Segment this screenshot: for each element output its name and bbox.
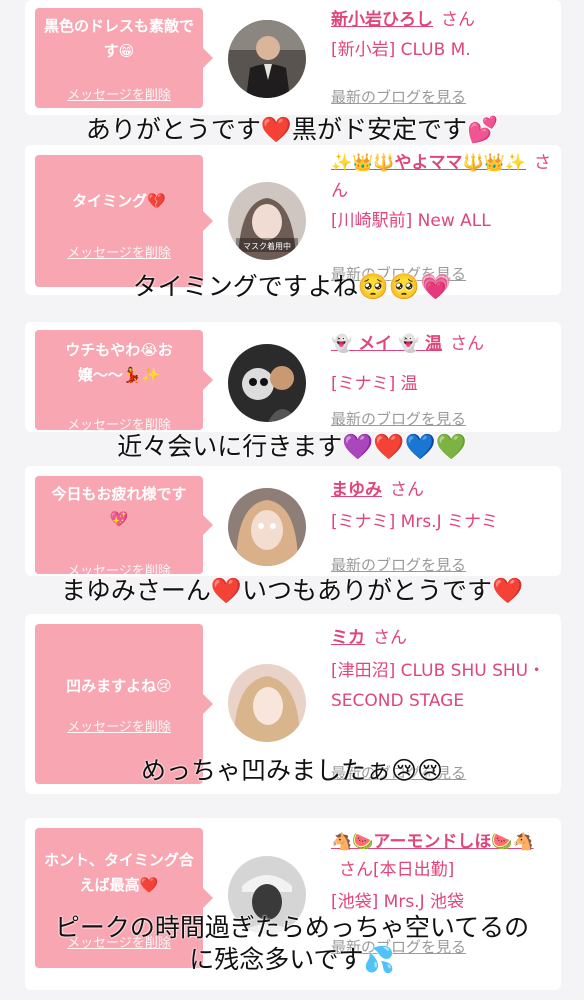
message-text: 凹みますよね😢: [66, 677, 172, 695]
delete-message-link[interactable]: メッセージを削除: [35, 84, 203, 103]
message-card: ウチもやわ😭お嬢〜〜💃✨ メッセージを削除 👻 メイ 👻 温さん [ミナミ] 温…: [25, 322, 561, 433]
message-text: 今日もお疲れ様です💖: [51, 485, 187, 528]
sender-name-link[interactable]: まゆみ: [331, 480, 382, 500]
sender-info: 👻 メイ 👻 温さん [ミナミ] 温: [331, 330, 556, 398]
handwritten-caption: タイミングですよね🥺🥺💗: [132, 272, 452, 301]
avatar[interactable]: [228, 664, 306, 742]
message-card: 黒色のドレスも素敵です😁 メッセージを削除 新小岩ひろし さん [新小岩] CLU…: [25, 0, 561, 115]
handwritten-caption: めっちゃ凹みましたぁ😢😢: [140, 756, 444, 785]
latest-blog-link[interactable]: 最新のブログを見る: [331, 554, 466, 575]
shop-name: [津田沼] CLUB SHU SHU・SECOND STAGE: [331, 661, 546, 711]
message-bubble: 今日もお疲れ様です💖 メッセージを削除: [35, 476, 213, 579]
delete-message-link[interactable]: メッセージを削除: [35, 242, 203, 261]
message-bubble: ウチもやわ😭お嬢〜〜💃✨ メッセージを削除: [35, 330, 213, 433]
sender-name-link[interactable]: ミカ: [331, 628, 365, 648]
sender-name-link[interactable]: ✨👑🔱やよママ🔱👑✨: [331, 153, 526, 173]
avatar[interactable]: [228, 488, 306, 566]
caption-line-2: に残念多いです💦: [189, 945, 395, 974]
latest-blog-link[interactable]: 最新のブログを見る: [331, 408, 466, 429]
shop-name: [ミナミ] 温: [331, 374, 418, 394]
sender-info: 🐴🍉アーモンドしほ🍉🐴さん[本日出勤] [池袋] Mrs.J 池袋: [331, 828, 556, 916]
handwritten-caption: ありがとうです❤️黒がド安定です💕: [85, 115, 499, 144]
caption-line-1: ピークの時間過ぎたらめっちゃ空いてるの: [54, 913, 530, 942]
shop-name: [ミナミ] Mrs.J ミナミ: [331, 512, 499, 532]
handwritten-caption: 近々会いに行きます💜❤️💙💚: [117, 432, 467, 461]
avatar[interactable]: [228, 20, 306, 98]
avatar-overlay-text: マスク着用中: [243, 241, 291, 251]
honorific: さん: [441, 10, 475, 30]
avatar[interactable]: マスク着用中: [228, 182, 306, 260]
message-bubble: 黒色のドレスも素敵です😁 メッセージを削除: [35, 8, 213, 108]
message-bubble: タイミング💔 メッセージを削除: [35, 155, 213, 287]
sender-info: 新小岩ひろし さん [新小岩] CLUB M.: [331, 6, 556, 64]
honorific: さん: [390, 480, 424, 500]
message-text: ホント、タイミング合えば最高❤️: [44, 851, 194, 894]
message-text: ウチもやわ😭お嬢〜〜💃✨: [65, 341, 173, 384]
message-card: 今日もお疲れ様です💖 メッセージを削除 まゆみ さん [ミナミ] Mrs.J ミナ…: [25, 466, 561, 579]
sender-info: ✨👑🔱やよママ🔱👑✨ さん [川崎駅前] New ALL: [331, 149, 556, 235]
honorific: さん[本日出勤]: [339, 860, 455, 880]
handwritten-caption: ピークの時間過ぎたらめっちゃ空いてるの に残念多いです💦: [0, 912, 584, 976]
message-text: 黒色のドレスも素敵です😁: [43, 17, 194, 60]
sender-info: ミカ さん [津田沼] CLUB SHU SHU・SECOND STAGE: [331, 624, 556, 716]
latest-blog-link[interactable]: 最新のブログを見る: [331, 86, 466, 107]
shop-name: [川崎駅前] New ALL: [331, 211, 491, 231]
honorific: さん: [373, 628, 407, 648]
handwritten-caption: まゆみさーん❤️いつもありがとうです❤️: [60, 576, 524, 605]
avatar[interactable]: [228, 344, 306, 422]
shop-name: [新小岩] CLUB M.: [331, 40, 471, 60]
sender-name-link[interactable]: 🐴🍉アーモンドしほ🍉🐴: [331, 832, 534, 852]
sender-name-link[interactable]: 👻 メイ 👻 温: [331, 334, 442, 354]
honorific: さん: [450, 334, 485, 354]
message-text: タイミング💔: [72, 192, 166, 210]
sender-name-link[interactable]: 新小岩ひろし: [331, 10, 433, 30]
delete-message-link[interactable]: メッセージを削除: [35, 414, 203, 433]
delete-message-link[interactable]: メッセージを削除: [35, 716, 203, 735]
sender-info: まゆみ さん [ミナミ] Mrs.J ミナミ: [331, 476, 556, 536]
